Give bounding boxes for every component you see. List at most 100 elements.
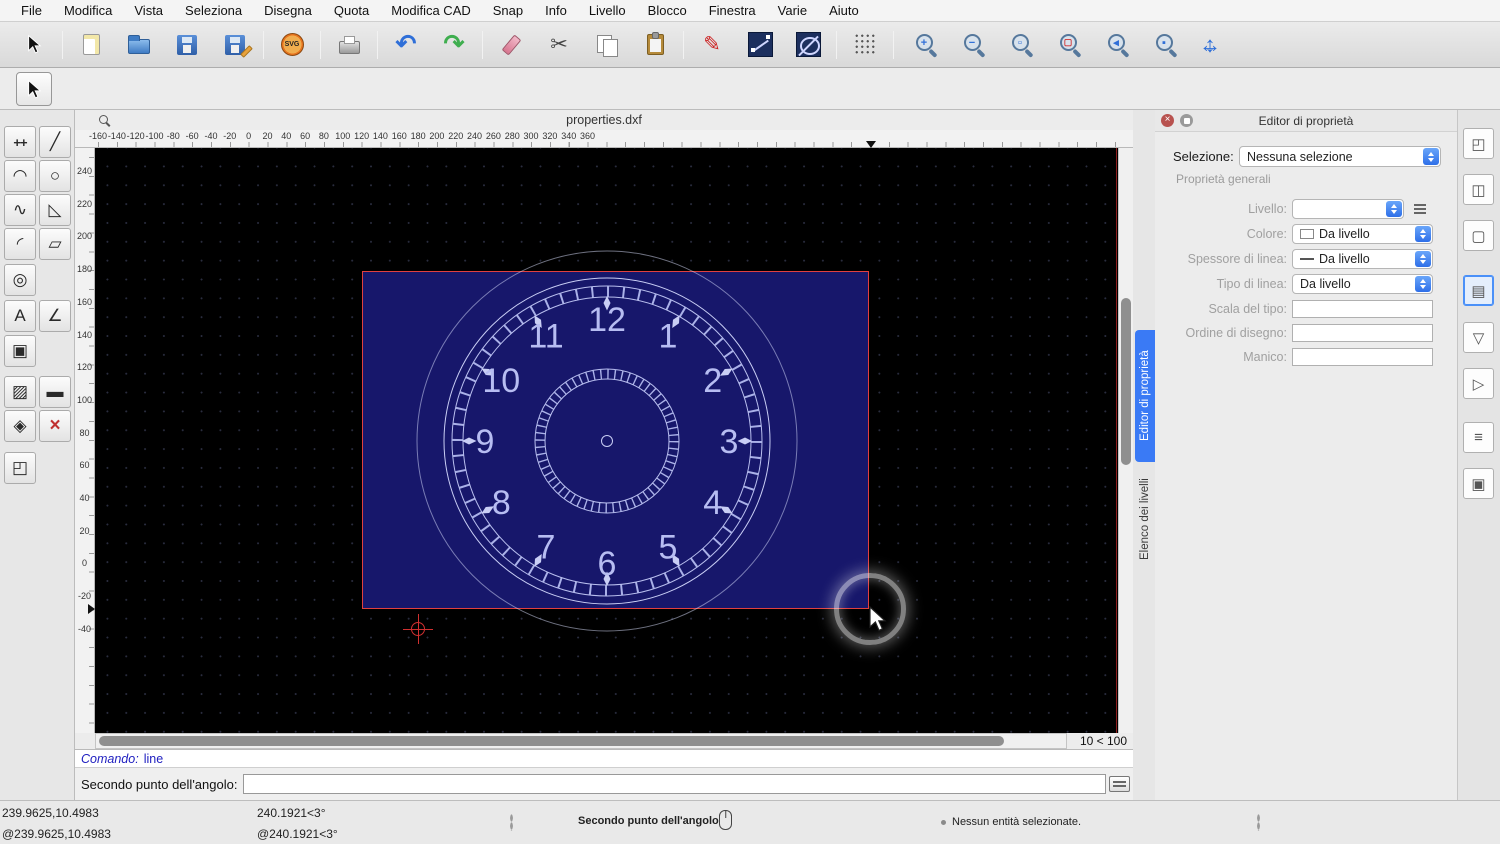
menu-livello[interactable]: Livello: [578, 3, 637, 18]
menu-blocco[interactable]: Blocco: [637, 3, 698, 18]
viewport-dock-button[interactable]: ◰: [1463, 128, 1494, 159]
vertical-scrollbar-thumb[interactable]: [1121, 298, 1131, 465]
blank-page-dock-button[interactable]: ▢: [1463, 220, 1494, 251]
menu-disegna[interactable]: Disegna: [253, 3, 323, 18]
vertical-scrollbar[interactable]: [1118, 148, 1133, 733]
print-preview-button[interactable]: [329, 26, 369, 64]
box3d-tool-button[interactable]: ◰: [4, 452, 36, 484]
arc-tool-button[interactable]: ◠: [4, 160, 36, 192]
zoom-window-button[interactable]: ▪: [1142, 26, 1182, 64]
active-pointer-tool-button[interactable]: [16, 72, 52, 106]
prop-row-tipo-linea: Tipo di linea: Da livello: [1155, 273, 1457, 295]
ellipse-slash-icon: [795, 32, 821, 57]
command-input[interactable]: [243, 774, 1106, 794]
circle-tool-button[interactable]: ○: [39, 160, 71, 192]
mouse-cursor: [869, 606, 887, 632]
menu-snap[interactable]: Snap: [482, 3, 534, 18]
text-tool-button[interactable]: A: [4, 300, 36, 332]
dropdown-stepper-icon: [1386, 201, 1402, 217]
modify-ellipse-button[interactable]: [788, 26, 828, 64]
command-options-button[interactable]: [1109, 776, 1130, 792]
image-tool-button[interactable]: ▣: [4, 335, 36, 367]
hatch-tool-button[interactable]: ▨: [4, 376, 36, 408]
polygon-tool-button[interactable]: ▱: [39, 228, 71, 260]
toolbar-separator: [836, 30, 837, 59]
zoom-out-button[interactable]: −: [950, 26, 990, 64]
ruler-tool-button[interactable]: ▬: [39, 376, 71, 408]
prop-row-manico: Manico:: [1155, 346, 1457, 368]
clipboard-icon: ▣: [1471, 475, 1486, 493]
layer-dropdown[interactable]: [1292, 199, 1404, 219]
save-button[interactable]: [167, 26, 207, 64]
menu-info[interactable]: Info: [534, 3, 578, 18]
modify-line-button[interactable]: [740, 26, 780, 64]
selection-dropdown[interactable]: Nessuna selezione: [1239, 146, 1441, 167]
pan-button[interactable]: ↔ ↕: [1190, 26, 1230, 64]
menu-finestra[interactable]: Finestra: [698, 3, 767, 18]
delete-button[interactable]: [491, 26, 531, 64]
menu-modifica[interactable]: Modifica: [53, 3, 123, 18]
pen-button[interactable]: ✎: [692, 26, 732, 64]
linetype-dropdown[interactable]: Da livello: [1292, 274, 1433, 294]
pointer-tool-button[interactable]: [14, 26, 54, 64]
save-as-button[interactable]: [215, 26, 255, 64]
open-folder-icon: [128, 35, 150, 54]
menu-aiuto[interactable]: Aiuto: [818, 3, 870, 18]
line-tool-button[interactable]: ╱: [39, 126, 71, 158]
menu-quota[interactable]: Quota: [323, 3, 380, 18]
open-file-button[interactable]: [119, 26, 159, 64]
property-editor-panel: × Editor di proprietà Selezione: Nessuna…: [1155, 110, 1457, 800]
dimension-tool-button[interactable]: ∠: [39, 300, 71, 332]
command-prompt-label: Secondo punto dell'angolo:: [81, 777, 238, 792]
polyline-tool-button[interactable]: ◺: [39, 194, 71, 226]
filter-dock-button[interactable]: ▽: [1463, 322, 1494, 353]
redo-button[interactable]: ↷: [434, 26, 474, 64]
line-icon: ╱: [49, 132, 61, 151]
cad-canvas[interactable]: 12 1 2 3 4 5 6 7 8 9 10 11: [95, 148, 1118, 733]
layers-dock-button[interactable]: ◫: [1463, 174, 1494, 205]
zoom-selection-button[interactable]: ▢: [1046, 26, 1086, 64]
paste-button[interactable]: [635, 26, 675, 64]
cut-button[interactable]: ✂: [539, 26, 579, 64]
color-dropdown[interactable]: Da livello: [1292, 224, 1433, 244]
horizontal-scrollbar[interactable]: [95, 733, 1067, 749]
menu-file[interactable]: File: [10, 3, 53, 18]
tab-property-editor[interactable]: Editor di proprietà: [1135, 330, 1155, 462]
property-editor-dock-button[interactable]: ▤: [1463, 275, 1494, 306]
clock-number: 7: [537, 529, 556, 567]
ellipse-tool-button[interactable]: ◎: [4, 264, 36, 296]
cam-dock-button[interactable]: ▷: [1463, 368, 1494, 399]
new-file-button[interactable]: [71, 26, 111, 64]
point-icon: ++: [13, 134, 27, 150]
menu-vista[interactable]: Vista: [123, 3, 174, 18]
selection-status-text: Nessun entità selezionate.: [952, 816, 1082, 828]
lineweight-dropdown[interactable]: Da livello: [1292, 249, 1433, 269]
toolbar-separator: [62, 30, 63, 59]
statusbar-separator: [510, 814, 513, 831]
tab-layer-list[interactable]: Elenco dei livelli: [1135, 467, 1155, 571]
zoom-in-button[interactable]: +: [902, 26, 942, 64]
fillet-tool-button[interactable]: ◜: [4, 228, 36, 260]
draw-order-input[interactable]: [1292, 324, 1433, 342]
point-tool-button[interactable]: ++: [4, 126, 36, 158]
layer-menu-icon[interactable]: [1410, 200, 1430, 218]
eraser-icon: [501, 33, 521, 56]
linetype-scale-input[interactable]: [1292, 300, 1433, 318]
copy-button[interactable]: [587, 26, 627, 64]
menu-modifica-cad[interactable]: Modifica CAD: [380, 3, 481, 18]
zoom-auto-button[interactable]: ▫: [998, 26, 1038, 64]
horizontal-scrollbar-thumb[interactable]: [99, 736, 1004, 746]
menu-varie[interactable]: Varie: [767, 3, 818, 18]
undo-button[interactable]: ↶: [386, 26, 426, 64]
menu-seleziona[interactable]: Seleziona: [174, 3, 253, 18]
handle-input[interactable]: [1292, 348, 1433, 366]
shape-tool-button[interactable]: ◈: [4, 410, 36, 442]
svg-export-button[interactable]: SVG: [272, 26, 312, 64]
spline-tool-button[interactable]: ∿: [4, 194, 36, 226]
zoom-previous-button[interactable]: ◂: [1094, 26, 1134, 64]
grid-toggle-button[interactable]: [845, 26, 885, 64]
clipboard-dock-button[interactable]: ▣: [1463, 468, 1494, 499]
vertical-ruler: 240 220 200 180 160 140 120 100 80 60 40…: [75, 148, 95, 733]
measure-tool-button[interactable]: ×: [39, 410, 71, 442]
command-list-dock-button[interactable]: ≡: [1463, 422, 1494, 453]
